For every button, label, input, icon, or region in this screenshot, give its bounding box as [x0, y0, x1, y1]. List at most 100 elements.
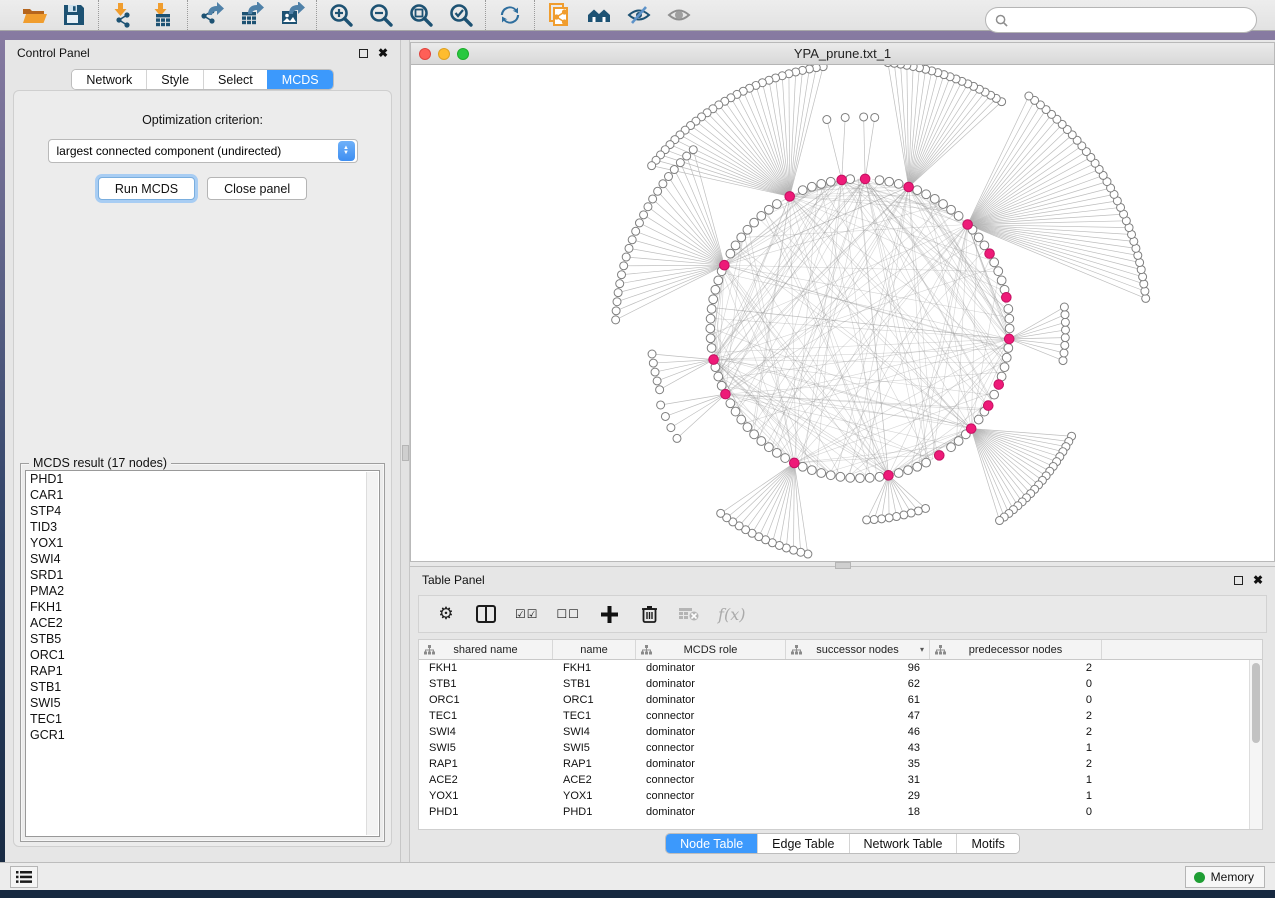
- column-header-MCDS-role[interactable]: MCDS role: [636, 640, 786, 659]
- result-list-item[interactable]: PHD1: [26, 471, 379, 487]
- result-list-item[interactable]: PMA2: [26, 583, 379, 599]
- float-table-panel-icon[interactable]: [1234, 576, 1243, 585]
- table-row[interactable]: PHD1PHD1dominator180: [419, 804, 1262, 820]
- node-table[interactable]: shared namenameMCDS rolesuccessor nodes▾…: [418, 639, 1263, 830]
- table-row[interactable]: ORC1ORC1dominator610: [419, 692, 1262, 708]
- hide-selected-eye-slash-icon[interactable]: [625, 1, 653, 29]
- new-network-from-selection-icon[interactable]: [545, 1, 573, 29]
- cell[interactable]: ACE2: [419, 774, 553, 786]
- result-list-scrollbar[interactable]: [366, 472, 378, 835]
- result-list-item[interactable]: ORC1: [26, 647, 379, 663]
- cell[interactable]: SWI5: [553, 742, 636, 754]
- open-file-icon[interactable]: [20, 1, 48, 29]
- tab-network[interactable]: Network: [72, 70, 146, 89]
- cell[interactable]: SWI5: [419, 742, 553, 754]
- cell[interactable]: 46: [786, 726, 930, 738]
- horizontal-splitter-grip[interactable]: [835, 562, 851, 569]
- memory-button[interactable]: Memory: [1185, 866, 1265, 888]
- cell[interactable]: connector: [636, 774, 786, 786]
- float-panel-icon[interactable]: [359, 49, 368, 58]
- cell[interactable]: connector: [636, 790, 786, 802]
- cell[interactable]: 2: [930, 662, 1102, 674]
- export-network-icon[interactable]: [198, 1, 226, 29]
- table-row[interactable]: FKH1FKH1dominator962: [419, 660, 1262, 676]
- export-table-icon[interactable]: [238, 1, 266, 29]
- zoom-fit-icon[interactable]: [407, 1, 435, 29]
- cell[interactable]: 2: [930, 726, 1102, 738]
- network-canvas[interactable]: [411, 65, 1274, 561]
- cell[interactable]: 96: [786, 662, 930, 674]
- cell[interactable]: dominator: [636, 726, 786, 738]
- cell[interactable]: dominator: [636, 694, 786, 706]
- import-table-icon[interactable]: [149, 1, 177, 29]
- tab-motifs[interactable]: Motifs: [956, 834, 1018, 853]
- close-table-panel-icon[interactable]: ✖: [1253, 574, 1263, 586]
- vertical-splitter[interactable]: [400, 40, 410, 862]
- result-list-item[interactable]: STB5: [26, 631, 379, 647]
- cell[interactable]: 1: [930, 742, 1102, 754]
- column-header-shared-name[interactable]: shared name: [419, 640, 553, 659]
- gear-icon[interactable]: ⚙: [435, 602, 457, 626]
- result-list-item[interactable]: STB1: [26, 679, 379, 695]
- cell[interactable]: YOX1: [419, 790, 553, 802]
- network-graph[interactable]: [411, 65, 1274, 561]
- cell[interactable]: STB1: [419, 678, 553, 690]
- result-list-item[interactable]: GCR1: [26, 727, 379, 743]
- column-header-predecessor-nodes[interactable]: predecessor nodes: [930, 640, 1102, 659]
- table-row[interactable]: RAP1RAP1dominator352: [419, 756, 1262, 772]
- deselect-all-icon[interactable]: ☐☐: [557, 602, 581, 626]
- table-row[interactable]: ACE2ACE2connector311: [419, 772, 1262, 788]
- zoom-out-icon[interactable]: [367, 1, 395, 29]
- result-list-item[interactable]: ACE2: [26, 615, 379, 631]
- cell[interactable]: 31: [786, 774, 930, 786]
- cell[interactable]: 1: [930, 790, 1102, 802]
- result-list-item[interactable]: YOX1: [26, 535, 379, 551]
- cell[interactable]: RAP1: [553, 758, 636, 770]
- delete-column-icon[interactable]: [638, 602, 660, 626]
- delete-table-icon[interactable]: [678, 602, 700, 626]
- result-list-item[interactable]: FKH1: [26, 599, 379, 615]
- cell[interactable]: 62: [786, 678, 930, 690]
- import-network-icon[interactable]: [109, 1, 137, 29]
- two-houses-icon[interactable]: [585, 1, 613, 29]
- table-row[interactable]: YOX1YOX1connector291: [419, 788, 1262, 804]
- table-row[interactable]: TEC1TEC1connector472: [419, 708, 1262, 724]
- cell[interactable]: 35: [786, 758, 930, 770]
- cell[interactable]: 47: [786, 710, 930, 722]
- export-image-icon[interactable]: [278, 1, 306, 29]
- cell[interactable]: 0: [930, 806, 1102, 818]
- result-list-item[interactable]: SWI4: [26, 551, 379, 567]
- result-list-item[interactable]: RAP1: [26, 663, 379, 679]
- network-window-titlebar[interactable]: YPA_prune.txt_1: [411, 43, 1274, 65]
- cell[interactable]: TEC1: [553, 710, 636, 722]
- cell[interactable]: ORC1: [553, 694, 636, 706]
- select-all-icon[interactable]: ☑☑: [515, 602, 539, 626]
- refresh-layout-icon[interactable]: [496, 1, 524, 29]
- tab-style[interactable]: Style: [146, 70, 203, 89]
- result-list-item[interactable]: TID3: [26, 519, 379, 535]
- cell[interactable]: dominator: [636, 758, 786, 770]
- cell[interactable]: SWI4: [553, 726, 636, 738]
- cell[interactable]: TEC1: [419, 710, 553, 722]
- table-scrollbar-thumb[interactable]: [1252, 663, 1260, 743]
- cell[interactable]: STB1: [553, 678, 636, 690]
- cell[interactable]: 0: [930, 694, 1102, 706]
- optimization-criterion-select[interactable]: largest connected component (undirected)…: [48, 139, 358, 163]
- cell[interactable]: 61: [786, 694, 930, 706]
- splitter-grip[interactable]: [402, 445, 409, 461]
- add-column-icon[interactable]: [598, 602, 620, 626]
- result-list-item[interactable]: CAR1: [26, 487, 379, 503]
- cell[interactable]: 43: [786, 742, 930, 754]
- cell[interactable]: ACE2: [553, 774, 636, 786]
- cell[interactable]: 2: [930, 758, 1102, 770]
- cell[interactable]: FKH1: [419, 662, 553, 674]
- zoom-in-icon[interactable]: [327, 1, 355, 29]
- result-list-item[interactable]: SWI5: [26, 695, 379, 711]
- cell[interactable]: YOX1: [553, 790, 636, 802]
- cell[interactable]: 0: [930, 678, 1102, 690]
- table-row[interactable]: STB1STB1dominator620: [419, 676, 1262, 692]
- cell[interactable]: dominator: [636, 806, 786, 818]
- columns-icon[interactable]: [475, 602, 497, 626]
- tab-edge-table[interactable]: Edge Table: [757, 834, 848, 853]
- cell[interactable]: ORC1: [419, 694, 553, 706]
